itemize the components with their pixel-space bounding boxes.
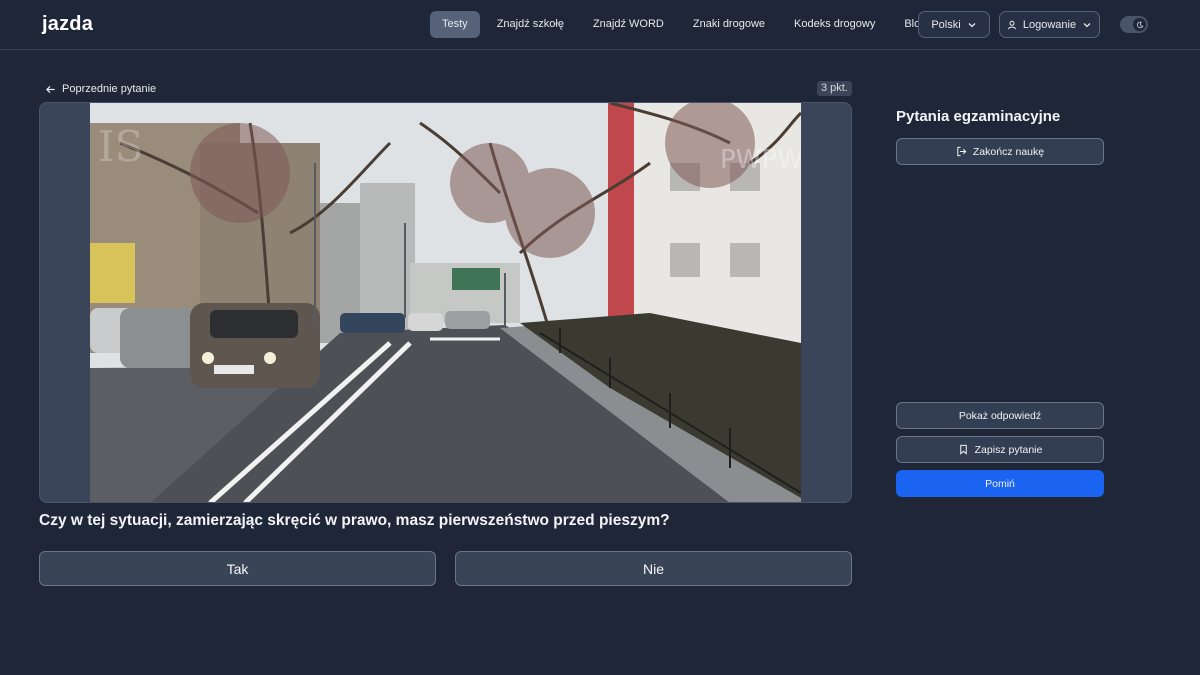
chevron-down-icon xyxy=(1083,22,1091,27)
nav-item-road-signs[interactable]: Znaki drogowe xyxy=(681,11,777,38)
nav-item-testy[interactable]: Testy xyxy=(430,11,480,38)
svg-text:IS: IS xyxy=(98,122,143,171)
nav-item-schools[interactable]: Znajdź szkołę xyxy=(485,11,576,38)
login-label: Logowanie xyxy=(1022,18,1077,31)
panel-title: Pytania egzaminacyjne xyxy=(896,108,1061,125)
main-nav: Testy Znajdź szkołę Znajdź WORD Znaki dr… xyxy=(430,11,938,38)
previous-question-label: Poprzednie pytanie xyxy=(62,83,157,95)
toggle-knob xyxy=(1133,18,1146,31)
show-answer-button[interactable]: Pokaż odpowiedź xyxy=(896,402,1104,429)
dark-mode-toggle[interactable] xyxy=(1120,16,1148,33)
save-question-button[interactable]: Zapisz pytanie xyxy=(896,436,1104,463)
show-answer-label: Pokaż odpowiedź xyxy=(958,409,1042,422)
chevron-down-icon xyxy=(968,22,976,27)
bookmark-icon xyxy=(959,444,967,455)
user-icon xyxy=(1007,20,1016,29)
save-question-label: Zapisz pytanie xyxy=(974,443,1043,456)
login-menu[interactable]: Logowanie xyxy=(999,11,1100,38)
svg-text:PWPW: PWPW xyxy=(720,145,801,175)
arrow-left-icon xyxy=(45,85,55,93)
logo[interactable]: jazda xyxy=(42,12,93,36)
logout-icon xyxy=(957,146,967,157)
answer-no-button[interactable]: Nie xyxy=(455,551,852,586)
points-badge: 3 pkt. xyxy=(817,81,852,96)
answer-yes-button[interactable]: Tak xyxy=(39,551,436,586)
language-label: Polski xyxy=(931,18,961,31)
question-media-frame: PWPW IS xyxy=(39,102,852,503)
skip-button[interactable]: Pomiń xyxy=(896,470,1104,497)
question-photo: PWPW IS xyxy=(90,103,801,502)
skip-label: Pomiń xyxy=(985,477,1015,490)
language-select[interactable]: Polski xyxy=(918,11,990,38)
logo-text: jazda xyxy=(42,13,94,35)
finish-learning-label: Zakończ naukę xyxy=(972,145,1045,158)
nav-item-traffic-code[interactable]: Kodeks drogowy xyxy=(782,11,887,38)
question-text: Czy w tej sytuacji, zamierzając skręcić … xyxy=(39,512,670,529)
nav-item-word[interactable]: Znajdź WORD xyxy=(581,11,676,38)
moon-icon xyxy=(1136,21,1143,28)
finish-learning-button[interactable]: Zakończ naukę xyxy=(896,138,1104,165)
top-navbar: jazda Testy Znajdź szkołę Znajdź WORD Zn… xyxy=(0,0,1200,50)
previous-question-link[interactable]: Poprzednie pytanie xyxy=(45,82,156,96)
